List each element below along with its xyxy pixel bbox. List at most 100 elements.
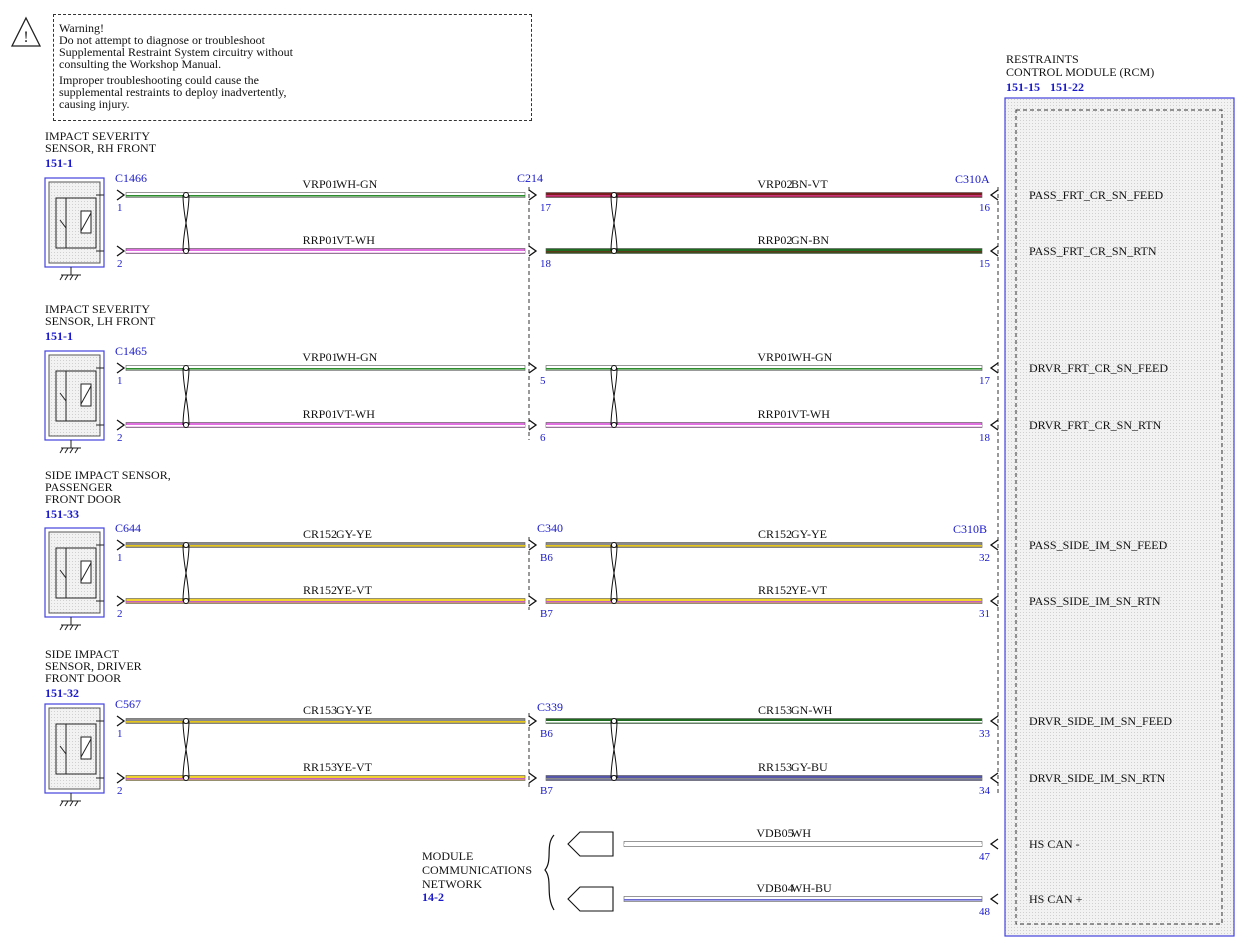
pin-number: 34 <box>979 785 991 797</box>
pin-number: 1 <box>117 552 123 564</box>
wire-color: VT-WH <box>336 233 375 247</box>
sensor-name: FRONT DOOR <box>45 671 121 685</box>
twisted-pair-end <box>183 718 189 724</box>
signal-name: PASS_SIDE_IM_SN_RTN <box>1029 594 1161 608</box>
twisted-pair-end <box>611 598 617 604</box>
inline-terminal-arrow <box>528 419 538 431</box>
pin-number: 17 <box>979 375 991 387</box>
twisted-pair-end <box>183 542 189 548</box>
module-terminal-arrow <box>989 189 999 201</box>
ground-symbol <box>74 624 79 631</box>
network-connector-symbol <box>567 831 614 857</box>
circuit-id: VRP01 <box>302 350 337 364</box>
wire-color: WH-GN <box>791 350 833 364</box>
inline-terminal-arrow <box>528 772 538 784</box>
connector-label: C340 <box>537 521 563 535</box>
sensor-body <box>48 531 101 614</box>
ground-symbol <box>69 624 74 631</box>
ground-symbol <box>59 800 64 807</box>
sensor-ref: 151-32 <box>45 686 79 700</box>
sensor-body <box>48 181 101 264</box>
circuit-id: VRP02 <box>757 177 792 191</box>
twisted-pair-end <box>611 248 617 254</box>
twisted-pair-end <box>611 542 617 548</box>
sensor-ref: 151-33 <box>45 507 79 521</box>
network-name: NETWORK <box>422 877 482 891</box>
wire-color: GY-YE <box>791 527 827 541</box>
network-name: MODULE <box>422 849 473 863</box>
pin-number: 17 <box>540 202 552 214</box>
twisted-pair-end <box>183 422 189 428</box>
circuit-id: RRP01 <box>303 233 338 247</box>
circuit-id: CR152 <box>303 527 337 541</box>
pin-number: 1 <box>117 728 123 740</box>
circuit-id: CR153 <box>758 703 792 717</box>
wire-color: YE-VT <box>336 583 373 597</box>
pin-number: B6 <box>540 728 553 740</box>
connector-label: C310A <box>955 172 990 186</box>
pin-number: 15 <box>979 258 991 270</box>
connector-label: C310B <box>953 522 987 536</box>
ground-symbol <box>74 447 79 454</box>
inline-terminal-arrow <box>528 245 538 257</box>
twisted-pair-end <box>183 598 189 604</box>
circuit-id: RR153 <box>303 760 337 774</box>
pin-number: 16 <box>979 202 991 214</box>
wire-color: GY-BU <box>791 760 828 774</box>
circuit-id: VDB05 <box>756 826 793 840</box>
pin-number: 1 <box>117 202 123 214</box>
twisted-pair-end <box>611 422 617 428</box>
ground-symbol <box>74 274 79 281</box>
connector-label: C214 <box>517 171 543 185</box>
signal-name: PASS_SIDE_IM_SN_FEED <box>1029 538 1168 552</box>
sensor-terminal-arrow <box>116 419 126 431</box>
pin-number: 2 <box>117 608 123 620</box>
pin-number: 18 <box>979 432 991 444</box>
inline-terminal-arrow <box>528 595 538 607</box>
inline-terminal-arrow <box>528 189 538 201</box>
sensor-name: SENSOR, LH FRONT <box>45 314 156 328</box>
inline-terminal-arrow <box>528 362 538 374</box>
ground-symbol <box>64 447 69 454</box>
pin-number: 32 <box>979 552 990 564</box>
pin-number: 31 <box>979 608 990 620</box>
circuit-id: RR152 <box>303 583 337 597</box>
pin-number: 2 <box>117 432 123 444</box>
circuit-id: RRP02 <box>758 233 793 247</box>
module-terminal-arrow <box>989 245 999 257</box>
sensor-ref: 151-1 <box>45 329 73 343</box>
ground-symbol <box>69 274 74 281</box>
module-box <box>1004 97 1235 937</box>
circuit-id: CR153 <box>303 703 337 717</box>
module-terminal-arrow <box>989 419 999 431</box>
sensor-name: SENSOR, RH FRONT <box>45 141 157 155</box>
sensor-ref: 151-1 <box>45 156 73 170</box>
module-title: CONTROL MODULE (RCM) <box>1006 65 1154 79</box>
wire-color: WH-GN <box>336 177 378 191</box>
network-connector-symbol <box>567 886 614 912</box>
circuit-id: VDB04 <box>756 881 793 895</box>
sensor-body <box>48 354 101 437</box>
signal-name: HS CAN + <box>1029 892 1083 906</box>
connector-label: C1466 <box>115 171 147 185</box>
connector-label: C339 <box>537 700 563 714</box>
ground-symbol <box>59 274 64 281</box>
signal-name: PASS_FRT_CR_SN_FEED <box>1029 188 1164 202</box>
ground-symbol <box>69 800 74 807</box>
signal-name: DRVR_SIDE_IM_SN_FEED <box>1029 714 1172 728</box>
pin-number: 48 <box>979 906 991 918</box>
pin-number: B7 <box>540 785 553 797</box>
module-terminal-arrow <box>989 539 999 551</box>
network-name: COMMUNICATIONS <box>422 863 532 877</box>
sensor-terminal-arrow <box>116 245 126 257</box>
signal-name: HS CAN - <box>1029 837 1080 851</box>
wire-color: YE-VT <box>336 760 373 774</box>
pin-number: B7 <box>540 608 553 620</box>
pin-number: 5 <box>540 375 546 387</box>
wire-color: VT-WH <box>791 407 830 421</box>
sensor-terminal-arrow <box>116 772 126 784</box>
module-ref: 151-22 <box>1050 80 1084 94</box>
ground-symbol <box>74 800 79 807</box>
pin-number: 33 <box>979 728 991 740</box>
wire-color: VT-WH <box>336 407 375 421</box>
